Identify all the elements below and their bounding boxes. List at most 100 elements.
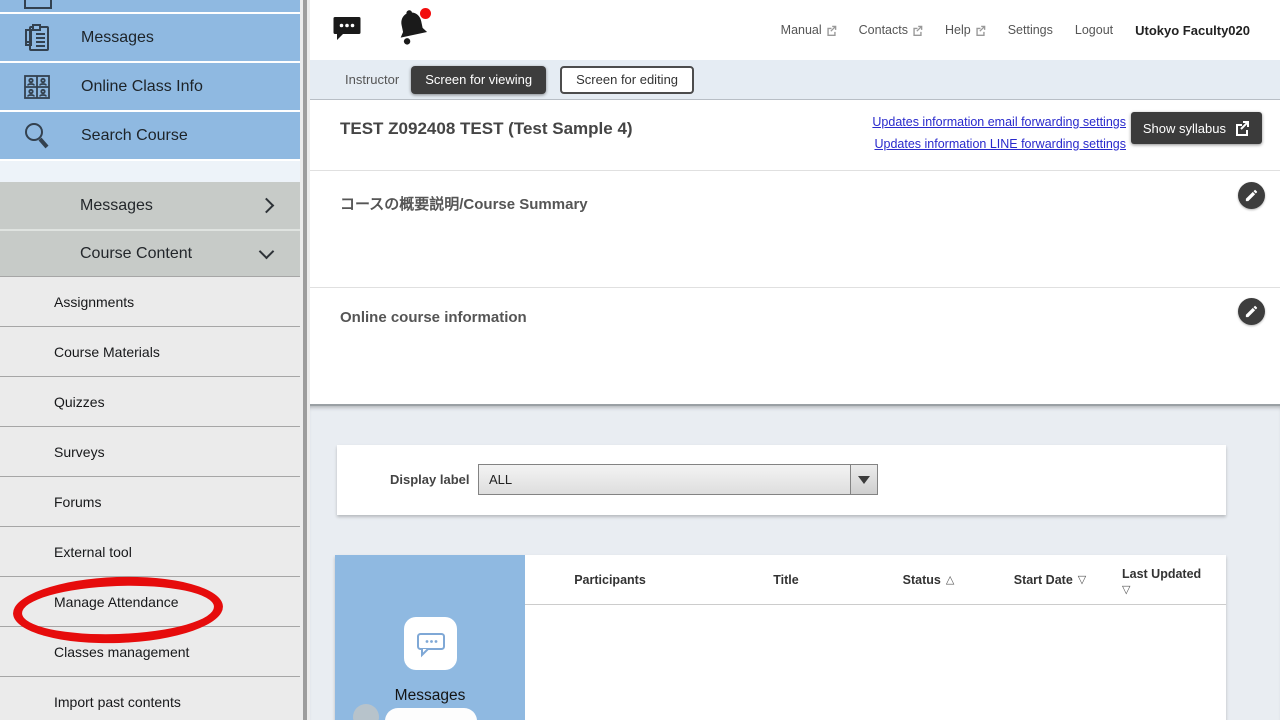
sidebar-section-course-content[interactable]: Course Content [0, 229, 300, 276]
col-status[interactable]: Status △ [877, 555, 980, 604]
table-body-empty [525, 605, 1226, 720]
user-name: Utokyo Faculty020 [1135, 23, 1250, 38]
nav-label: Settings [1008, 23, 1053, 37]
display-label-text: Display label [390, 472, 470, 487]
line-forwarding-link[interactable]: Updates information LINE forwarding sett… [872, 133, 1126, 155]
sidebar-item-surveys[interactable]: Surveys [0, 426, 300, 476]
nav-manual[interactable]: Manual [781, 23, 837, 37]
col-last-updated[interactable]: Last Updated ▽ [1120, 555, 1226, 604]
course-summary-heading: コースの概要説明/Course Summary [340, 193, 588, 214]
online-class-grid-icon [21, 71, 53, 103]
sidebar-item-messages-top[interactable]: Messages [0, 14, 300, 63]
sidebar-item-forums[interactable]: Forums [0, 476, 300, 526]
sort-desc-icon[interactable]: ▽ [1122, 582, 1130, 597]
sidebar-item-external-tool[interactable]: External tool [0, 526, 300, 576]
col-title[interactable]: Title [695, 555, 877, 604]
nav-label: Contacts [859, 23, 908, 37]
partial-icon [24, 0, 52, 9]
tile-partial-circle [353, 704, 379, 720]
chat-bubble-icon[interactable] [333, 15, 361, 46]
edit-online-info-button[interactable] [1238, 298, 1265, 325]
sidebar-item-course-materials[interactable]: Course Materials [0, 326, 300, 376]
sidebar-item-label: Messages [81, 29, 154, 47]
scrollbar-thumb[interactable] [303, 0, 307, 720]
sidebar-item-label: External tool [54, 544, 132, 560]
pencil-icon [1244, 188, 1259, 203]
sort-asc-icon[interactable]: △ [946, 573, 954, 586]
col-label: Participants [574, 573, 646, 587]
message-bubble-icon [404, 617, 457, 670]
table-header-row: Participants Title Status △ Start Date ▽ [525, 555, 1226, 605]
messages-tile[interactable]: Messages [335, 555, 525, 720]
notification-bell-icon[interactable] [395, 6, 435, 50]
col-label: Status [903, 573, 941, 587]
edit-course-summary-button[interactable] [1238, 182, 1265, 209]
divider [310, 170, 1280, 171]
email-forwarding-link[interactable]: Updates information email forwarding set… [872, 111, 1126, 133]
sidebar-item-label: Course Materials [54, 344, 160, 360]
sidebar-item-label: Online Class Info [81, 78, 203, 96]
nav-label: Logout [1075, 23, 1113, 37]
tile-partial-button[interactable] [385, 708, 477, 720]
sidebar-item-label: Forums [54, 494, 101, 510]
top-bar: Manual Contacts Help Settings Logout U [310, 0, 1280, 60]
sidebar-item-label: Classes management [54, 644, 189, 660]
course-title: TEST Z092408 TEST (Test Sample 4) [340, 119, 633, 139]
show-syllabus-button[interactable]: Show syllabus [1131, 112, 1262, 144]
sidebar-spacer [0, 161, 300, 182]
syllabus-label: Show syllabus [1143, 121, 1226, 136]
chevron-right-icon [259, 198, 275, 214]
sidebar-section-label: Messages [80, 197, 153, 215]
nav-help[interactable]: Help [945, 23, 986, 37]
sidebar-section-messages[interactable]: Messages [0, 182, 300, 229]
sidebar-item-partial[interactable] [0, 0, 300, 14]
sidebar-item-assignments[interactable]: Assignments [0, 276, 300, 326]
mode-toolbar: Instructor Screen for viewing Screen for… [310, 60, 1280, 100]
col-label: Title [773, 573, 798, 587]
clipboard-messages-icon [21, 22, 53, 54]
search-icon [21, 120, 53, 152]
selected-option: ALL [479, 465, 850, 494]
contents-table-card: Messages Participants Title Status [335, 555, 1226, 720]
display-label-select[interactable]: ALL [478, 464, 878, 495]
sidebar-item-label: Import past contents [54, 694, 181, 710]
tile-label: Messages [335, 687, 525, 705]
nav-label: Help [945, 23, 971, 37]
contents-list-area: Display label ALL [310, 404, 1280, 720]
sidebar-section-label: Course Content [80, 245, 192, 263]
sidebar-item-online-class-info[interactable]: Online Class Info [0, 63, 300, 112]
col-label: Last Updated [1122, 567, 1201, 582]
pencil-icon [1244, 304, 1259, 319]
sidebar-item-search-course[interactable]: Search Course [0, 112, 300, 161]
role-label: Instructor [345, 72, 399, 87]
app-window: Messages Online Class Info [0, 0, 1280, 720]
sidebar-item-import-past-contents[interactable]: Import past contents [0, 676, 300, 720]
divider [310, 287, 1280, 288]
contents-table: Participants Title Status △ Start Date ▽ [525, 555, 1226, 720]
col-participants[interactable]: Participants [525, 555, 695, 604]
nav-label: Manual [781, 23, 822, 37]
notification-dot [420, 8, 431, 19]
main-area: Manual Contacts Help Settings Logout U [310, 0, 1280, 720]
sidebar-item-manage-attendance[interactable]: Manage Attendance [0, 576, 300, 626]
course-content-panel: TEST Z092408 TEST (Test Sample 4) Update… [310, 100, 1280, 404]
nav-settings[interactable]: Settings [1008, 23, 1053, 37]
sidebar-item-classes-management[interactable]: Classes management [0, 626, 300, 676]
forwarding-links: Updates information email forwarding set… [872, 111, 1126, 155]
screen-for-viewing-button[interactable]: Screen for viewing [411, 66, 546, 94]
external-link-icon [1234, 120, 1250, 136]
chevron-down-icon [259, 244, 275, 260]
col-label: Start Date [1014, 573, 1073, 587]
sidebar-item-quizzes[interactable]: Quizzes [0, 376, 300, 426]
external-link-icon [912, 25, 923, 36]
dropdown-arrow-button[interactable] [850, 465, 877, 494]
top-navigation: Manual Contacts Help Settings Logout U [781, 0, 1250, 60]
sidebar-scrollbar[interactable] [300, 0, 310, 720]
sidebar-item-label: Assignments [54, 294, 134, 310]
sort-desc-icon[interactable]: ▽ [1078, 573, 1086, 586]
screen-for-editing-button[interactable]: Screen for editing [560, 66, 694, 94]
nav-logout[interactable]: Logout [1075, 23, 1113, 37]
col-start-date[interactable]: Start Date ▽ [980, 555, 1120, 604]
external-link-icon [975, 25, 986, 36]
nav-contacts[interactable]: Contacts [859, 23, 923, 37]
